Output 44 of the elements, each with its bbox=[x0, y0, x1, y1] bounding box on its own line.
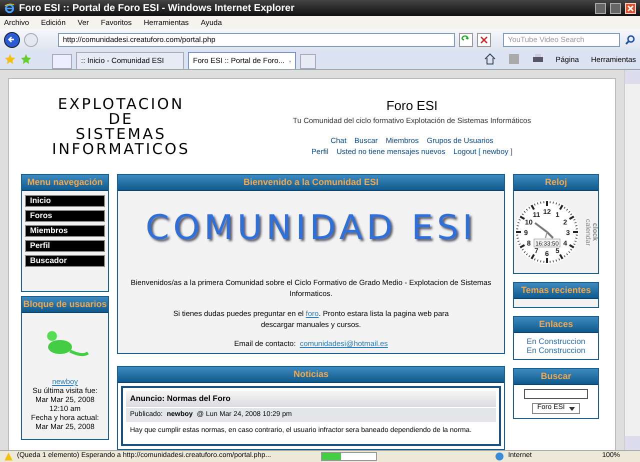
nav-button[interactable]: Buscador bbox=[25, 255, 105, 267]
stop-button[interactable] bbox=[476, 32, 491, 46]
site-title: Foro ESI bbox=[386, 96, 438, 115]
logo-text: INFORMATICOS bbox=[52, 142, 190, 156]
refresh-button[interactable] bbox=[459, 32, 473, 46]
printer-icon[interactable] bbox=[532, 53, 544, 65]
close-button[interactable] bbox=[625, 2, 636, 14]
favorites-star-icon[interactable] bbox=[4, 53, 16, 65]
dropdown-caret-icon bbox=[568, 406, 575, 412]
panel-title: Buscar bbox=[514, 369, 598, 385]
refresh-icon bbox=[460, 34, 470, 44]
nav-button[interactable]: Inicio bbox=[25, 195, 105, 207]
panel-title: Bloque de usuarios bbox=[22, 297, 108, 313]
clock-drawing bbox=[515, 200, 579, 264]
scrollbar[interactable] bbox=[624, 70, 640, 450]
link-item[interactable]: En Construccion bbox=[526, 346, 586, 355]
search-icon[interactable] bbox=[624, 34, 636, 46]
back-button[interactable] bbox=[4, 32, 20, 48]
window-title: Foro ESI :: Portal de Foro ESI - Windows Internet Explorer bbox=[19, 2, 296, 16]
panel-title: Menu navegación bbox=[22, 175, 108, 191]
logo-text: DE bbox=[108, 112, 134, 126]
close-icon bbox=[626, 4, 635, 12]
nav-button[interactable]: Miembros bbox=[25, 225, 105, 237]
nav-button[interactable]: Foros bbox=[25, 210, 105, 222]
logo-text: SISTEMAS bbox=[76, 126, 166, 142]
panel-title: Noticias bbox=[118, 367, 504, 384]
home-icon[interactable] bbox=[484, 53, 496, 65]
stop-icon bbox=[480, 36, 488, 44]
globe-icon bbox=[495, 452, 504, 461]
search-input[interactable] bbox=[524, 389, 588, 399]
browser-logo-icon bbox=[4, 2, 15, 14]
panel-title: Reloj bbox=[514, 175, 598, 191]
post-title: Anuncio: Normas del Foro bbox=[126, 391, 496, 408]
logo-text: EXPLOTACION bbox=[58, 96, 184, 112]
maximize-button[interactable] bbox=[610, 2, 621, 14]
panel-title: Temas recientes bbox=[514, 283, 598, 299]
warning-icon bbox=[4, 452, 13, 461]
left-arrow-icon bbox=[7, 35, 16, 44]
minimize-button[interactable] bbox=[595, 2, 606, 14]
nav-button[interactable]: Perfil bbox=[25, 240, 105, 252]
panel-title: Bienvenido a la Comunidad ESI bbox=[118, 175, 504, 191]
panel-title: Enlaces bbox=[514, 317, 598, 333]
link-item[interactable]: En Construccion bbox=[526, 337, 586, 346]
banner-text: COMUNIDAD ESI bbox=[145, 211, 477, 245]
